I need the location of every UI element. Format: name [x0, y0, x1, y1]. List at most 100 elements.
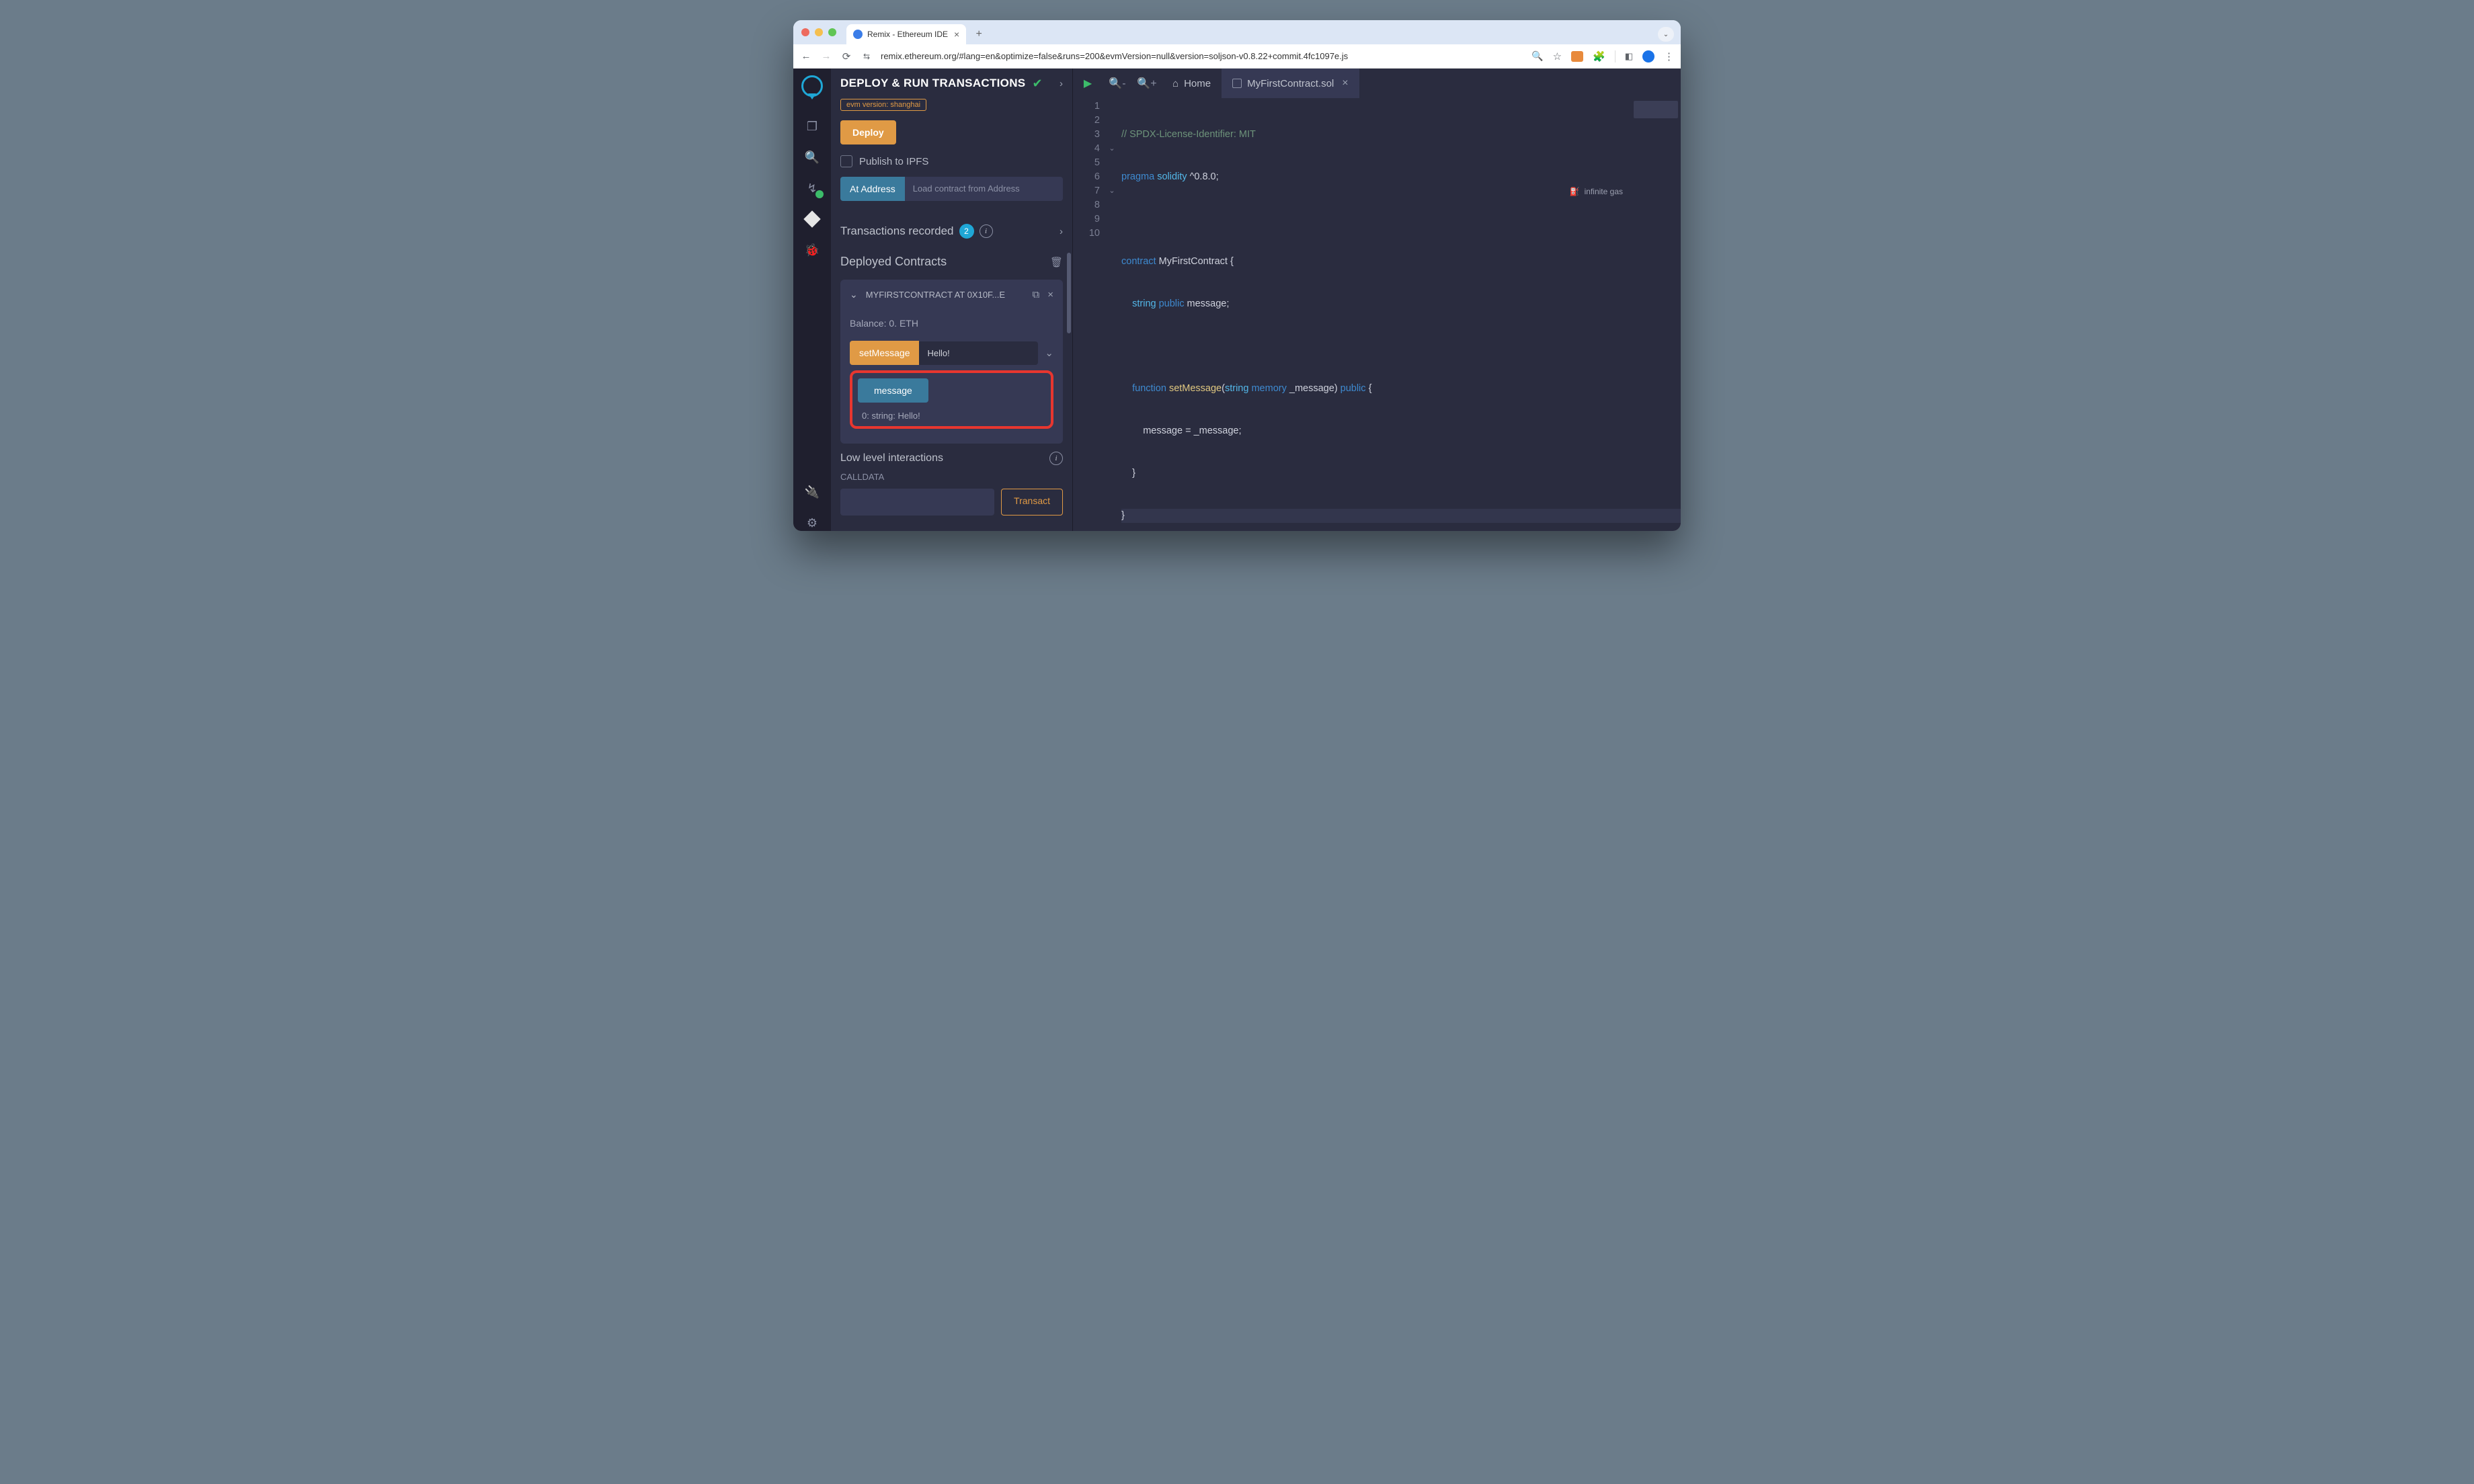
tx-recorded-section[interactable]: Transactions recorded 2 i ›: [840, 213, 1063, 249]
scrollbar-thumb[interactable]: [1067, 253, 1071, 333]
deploy-button[interactable]: Deploy: [840, 120, 896, 145]
minimap[interactable]: [1627, 98, 1681, 370]
highlight-annotation: message 0: string: Hello!: [850, 370, 1053, 429]
home-icon: ⌂: [1172, 78, 1179, 89]
close-window-icon[interactable]: [801, 28, 809, 36]
chevron-down-icon[interactable]: ⌄: [850, 289, 858, 300]
solidity-file-icon: [1232, 79, 1242, 88]
remix-logo-icon[interactable]: [801, 75, 823, 97]
calldata-label: CALLDATA: [840, 472, 1063, 482]
file-explorer-icon[interactable]: ❐: [804, 118, 820, 134]
deployed-contracts-title: Deployed Contracts: [840, 255, 947, 269]
maximize-window-icon[interactable]: [828, 28, 836, 36]
calldata-input[interactable]: [840, 489, 994, 516]
fold-gutter: ⌄ ⌄: [1105, 98, 1119, 531]
browser-tabbar: Remix - Ethereum IDE × + ⌄: [793, 20, 1681, 44]
plugin-manager-icon[interactable]: 🔌: [804, 484, 820, 500]
tab-file[interactable]: MyFirstContract.sol ×: [1222, 69, 1359, 98]
settings-icon[interactable]: ⚙: [804, 515, 820, 531]
zoom-icon[interactable]: 🔍: [1531, 50, 1543, 62]
balance-text: Balance: 0. ETH: [850, 318, 1053, 329]
gas-estimate-hint: ⛽ infinite gas: [1569, 185, 1623, 199]
publish-ipfs-row[interactable]: Publish to IPFS: [840, 155, 1063, 167]
message-button[interactable]: message: [858, 378, 928, 403]
low-level-title: Low level interactions: [840, 452, 943, 464]
zoom-in-icon[interactable]: 🔍+: [1132, 77, 1162, 90]
browser-window: Remix - Ethereum IDE × + ⌄ ← → ⟳ ⇆ remix…: [793, 20, 1681, 531]
setmessage-row: setMessage Hello! ⌄: [850, 341, 1053, 365]
at-address-button[interactable]: At Address: [840, 177, 905, 201]
deploy-run-icon[interactable]: [804, 211, 820, 227]
publish-ipfs-checkbox[interactable]: [840, 155, 852, 167]
expand-params-icon[interactable]: ⌄: [1045, 347, 1053, 359]
chevron-right-icon[interactable]: ›: [1060, 226, 1063, 237]
browser-tab-title: Remix - Ethereum IDE: [867, 30, 948, 39]
bookmark-icon[interactable]: ☆: [1553, 50, 1562, 63]
transact-button[interactable]: Transact: [1001, 489, 1063, 516]
nav-forward-icon[interactable]: →: [820, 50, 832, 62]
minimize-window-icon[interactable]: [815, 28, 823, 36]
at-address-input[interactable]: Load contract from Address: [905, 177, 1063, 201]
trash-icon[interactable]: 🗑: [1050, 256, 1063, 268]
file-tab-label: MyFirstContract.sol: [1247, 78, 1334, 89]
home-label: Home: [1184, 78, 1211, 89]
publish-ipfs-label: Publish to IPFS: [859, 156, 928, 167]
code-source[interactable]: // SPDX-License-Identifier: MIT pragma s…: [1119, 98, 1681, 531]
reload-icon[interactable]: ⟳: [840, 50, 852, 63]
nav-back-icon[interactable]: ←: [800, 50, 812, 62]
window-traffic-lights: [801, 20, 846, 44]
transact-row: Transact: [840, 489, 1063, 516]
url-text[interactable]: remix.ethereum.org/#lang=en&optimize=fal…: [881, 51, 1523, 61]
editor-toolbar: ▶ 🔍- 🔍+ ⌂ Home MyFirstContract.sol ×: [1073, 69, 1681, 98]
menu-icon[interactable]: ⋮: [1664, 50, 1674, 63]
panel-title: DEPLOY & RUN TRANSACTIONS: [840, 77, 1025, 90]
contract-name: MYFIRSTCONTRACT AT 0X10F...E: [866, 290, 1025, 300]
editor-area: ▶ 🔍- 🔍+ ⌂ Home MyFirstContract.sol × 123…: [1073, 69, 1681, 531]
remove-contract-icon[interactable]: ×: [1047, 289, 1053, 300]
browser-tab-remix[interactable]: Remix - Ethereum IDE ×: [846, 24, 966, 44]
setmessage-input[interactable]: Hello!: [919, 341, 1038, 365]
panel-body: evm version: shanghai Deploy Publish to …: [831, 98, 1072, 531]
compiler-icon[interactable]: ↯: [804, 180, 820, 196]
contract-header: ⌄ MYFIRSTCONTRACT AT 0X10F...E ⧉ ×: [850, 289, 1053, 300]
success-check-icon: ✔: [1032, 77, 1042, 91]
compile-success-badge-icon: [815, 190, 824, 198]
remix-app: ❐ 🔍 ↯ 🐞 🔌 ⚙ DEPLOY & RUN TRANSACTIONS ✔ …: [793, 69, 1681, 531]
sidepanel-icon[interactable]: ◧: [1625, 51, 1633, 62]
debugger-icon[interactable]: 🐞: [804, 242, 820, 258]
icon-rail: ❐ 🔍 ↯ 🐞 🔌 ⚙: [793, 69, 831, 531]
tx-recorded-label: Transactions recorded: [840, 224, 954, 238]
search-icon[interactable]: 🔍: [804, 149, 820, 165]
zoom-out-icon[interactable]: 🔍-: [1103, 77, 1132, 90]
extensions-icon[interactable]: 🧩: [1593, 50, 1605, 63]
message-return-value: 0: string: Hello!: [858, 411, 1045, 421]
new-tab-button[interactable]: +: [970, 26, 988, 43]
code-editor[interactable]: 123 456 789 10 ⌄ ⌄ // SPDX-License-Ident…: [1073, 98, 1681, 531]
close-tab-icon[interactable]: ×: [954, 29, 959, 40]
at-address-row: At Address Load contract from Address: [840, 177, 1063, 201]
run-script-icon[interactable]: ▶: [1073, 77, 1103, 90]
setmessage-button[interactable]: setMessage: [850, 341, 919, 365]
panel-collapse-icon[interactable]: ›: [1060, 78, 1063, 89]
metamask-extension-icon[interactable]: [1571, 51, 1583, 62]
site-info-icon[interactable]: ⇆: [861, 52, 873, 61]
fold-icon[interactable]: ⌄: [1105, 184, 1119, 198]
info-icon[interactable]: i: [980, 224, 993, 238]
low-level-header: Low level interactions i: [840, 452, 1063, 465]
tab-home[interactable]: ⌂ Home: [1162, 69, 1222, 98]
collapse-tabs-button[interactable]: ⌄: [1658, 27, 1674, 42]
fold-icon[interactable]: ⌄: [1105, 142, 1119, 156]
tx-recorded-count: 2: [959, 224, 974, 239]
copy-address-icon[interactable]: ⧉: [1033, 289, 1040, 300]
info-icon[interactable]: i: [1049, 452, 1063, 465]
profile-avatar-icon[interactable]: [1642, 50, 1654, 63]
deploy-panel: DEPLOY & RUN TRANSACTIONS ✔ › evm versio…: [831, 69, 1073, 531]
deployed-contracts-header: Deployed Contracts 🗑: [840, 249, 1063, 274]
panel-header: DEPLOY & RUN TRANSACTIONS ✔ ›: [831, 69, 1072, 98]
close-file-tab-icon[interactable]: ×: [1342, 77, 1348, 89]
remix-favicon-icon: [853, 30, 863, 39]
browser-addressbar: ← → ⟳ ⇆ remix.ethereum.org/#lang=en&opti…: [793, 44, 1681, 69]
deployed-contract-card: ⌄ MYFIRSTCONTRACT AT 0X10F...E ⧉ × Balan…: [840, 280, 1063, 444]
evm-version-chip: evm version: shanghai: [840, 99, 926, 111]
line-gutter: 123 456 789 10: [1073, 98, 1105, 531]
